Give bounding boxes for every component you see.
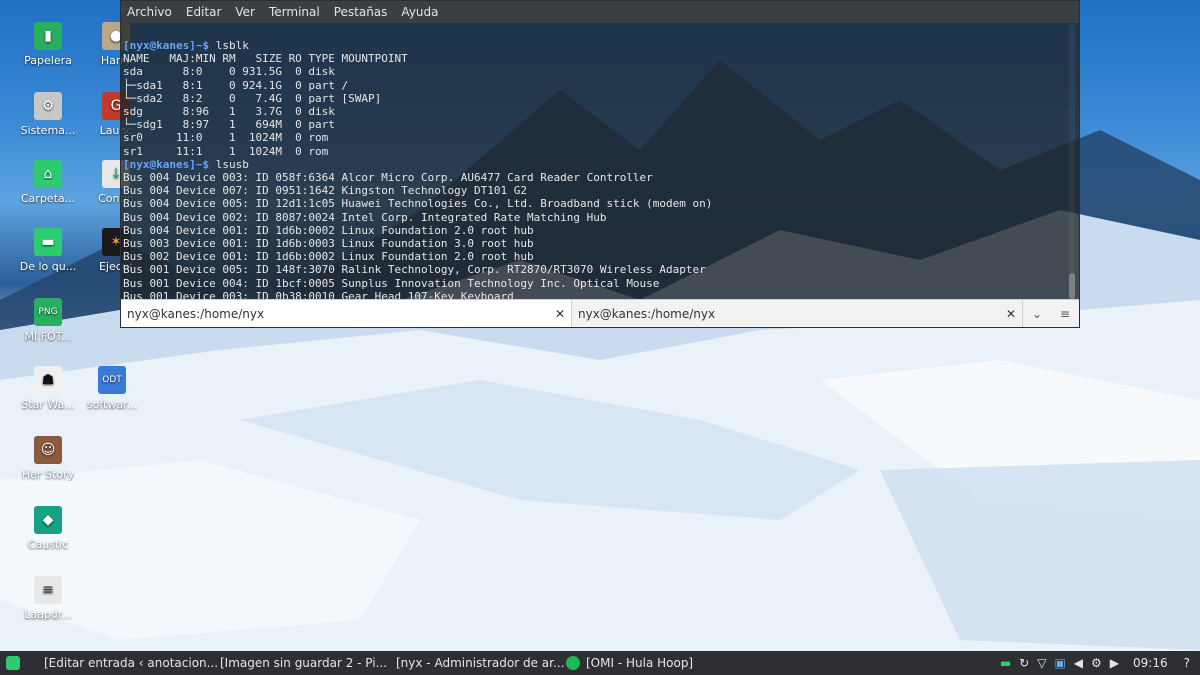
command-line: [nyx@kanes]~$ lsblk xyxy=(123,39,1069,52)
window-icon[interactable]: ▣ xyxy=(1054,656,1065,670)
help-icon[interactable]: ? xyxy=(1184,656,1190,670)
terminal-tab-2[interactable]: nyx@kanes:/home/nyx ✕ xyxy=(572,300,1023,327)
taskbar-item-browser[interactable]: [Editar entrada ‹ anotacion... xyxy=(32,651,218,675)
output-line: ├─sda1 8:1 0 924.1G 0 part / xyxy=(123,78,349,92)
desktop-icon-caustic[interactable]: ◆ Caustic xyxy=(16,506,80,551)
desktop-icon-home-folder[interactable]: ⌂ Carpeta... xyxy=(16,160,80,205)
output-line: Bus 002 Device 001: ID 1d6b:0002 Linux F… xyxy=(123,250,534,264)
terminal-tab-1[interactable]: nyx@kanes:/home/nyx ✕ xyxy=(121,300,572,327)
menu-ayuda[interactable]: Ayuda xyxy=(401,5,438,19)
terminal-menubar: Archivo Editar Ver Terminal Pestañas Ayu… xyxy=(121,1,1079,23)
desktop-icon-folder[interactable]: ▬ De lo qu... xyxy=(16,228,80,273)
command-line: [nyx@kanes]~$ lsusb xyxy=(123,158,1069,171)
wifi-icon[interactable]: ▽ xyxy=(1037,656,1046,670)
command-text: lsusb xyxy=(209,157,249,171)
game-icon: ☺ xyxy=(34,436,62,464)
taskbar-item-label: [OMI - Hula Hoop] xyxy=(586,656,694,670)
desktop-icon-odt[interactable]: ODT softwar... xyxy=(80,366,144,411)
command-text: lsblk xyxy=(209,39,249,52)
desktop-icon-star-wars[interactable]: ☗ Star Wa... xyxy=(16,366,80,411)
output-line: Bus 004 Device 005: ID 12d1:1c05 Huawei … xyxy=(123,197,713,211)
system-tray: ▬ ↻ ▽ ▣ ◀ ⚙ ▶ 09:16 ? xyxy=(996,651,1200,675)
taskbar-item-spotify[interactable]: [OMI - Hula Hoop] xyxy=(560,651,720,675)
terminal-tabbar: nyx@kanes:/home/nyx ✕ nyx@kanes:/home/ny… xyxy=(121,299,1079,327)
taskbar-item-label: [nyx - Administrador de ar... xyxy=(396,656,565,670)
output-line: sdg 8:96 1 3.7G 0 disk xyxy=(123,105,335,119)
output-line: └─sda2 8:2 0 7.4G 0 part [SWAP] xyxy=(123,91,382,105)
system-icon: ⚙ xyxy=(34,92,62,120)
scrollbar-thumb[interactable] xyxy=(1069,273,1075,299)
desktop-icon-trash[interactable]: ▮ Papelera xyxy=(16,22,80,67)
output-line: Bus 001 Device 005: ID 148f:3070 Ralink … xyxy=(123,263,706,277)
terminal-window[interactable]: Archivo Editar Ver Terminal Pestañas Ayu… xyxy=(120,0,1080,328)
taskbar-item-label: [Imagen sin guardar 2 - Pi... xyxy=(220,656,388,670)
desktop-icon-her-story[interactable]: ☺ Her Story xyxy=(16,436,80,481)
menu-pestanas[interactable]: Pestañas xyxy=(334,5,388,19)
hamburger-menu-icon[interactable]: ≡ xyxy=(1051,300,1079,327)
trash-icon: ▮ xyxy=(34,22,62,50)
clock[interactable]: 09:16 xyxy=(1133,656,1168,670)
desktop-icon-text-file[interactable]: ≡ Laapdr... xyxy=(16,576,80,621)
folder-icon: ▬ xyxy=(34,228,62,256)
taskbar-item-file-manager[interactable]: [nyx - Administrador de ar... xyxy=(384,651,564,675)
shell-prompt: [nyx@kanes]~$ xyxy=(123,39,210,52)
tab-title: nyx@kanes:/home/nyx xyxy=(127,306,265,321)
taskbar-item-label: [Editar entrada ‹ anotacion... xyxy=(44,656,219,670)
taskbar-item-image[interactable]: [Imagen sin guardar 2 - Pi... xyxy=(208,651,388,675)
spotify-icon xyxy=(566,656,580,670)
menu-editar[interactable]: Editar xyxy=(186,5,222,19)
output-line: sr0 11:0 1 1024M 0 rom xyxy=(123,131,329,145)
menu-terminal[interactable]: Terminal xyxy=(269,5,320,19)
output-line: Bus 001 Device 004: ID 1bcf:0005 Sunplus… xyxy=(123,276,660,290)
output-line: Bus 004 Device 003: ID 058f:6364 Alcor M… xyxy=(123,171,653,185)
desktop-icon-system[interactable]: ⚙ Sistema... xyxy=(16,92,80,137)
cube-icon: ◆ xyxy=(34,506,62,534)
refresh-icon[interactable]: ↻ xyxy=(1019,656,1029,670)
start-menu-button[interactable] xyxy=(0,651,32,675)
menu-ver[interactable]: Ver xyxy=(235,5,255,19)
volume-icon[interactable]: ◀ xyxy=(1074,656,1083,670)
terminal-scrollbar[interactable] xyxy=(1069,25,1075,301)
taskbar: [Editar entrada ‹ anotacion... [Imagen s… xyxy=(0,651,1200,675)
terminal-icon[interactable]: ▶ xyxy=(1110,656,1119,670)
output-line: sr1 11:1 1 1024M 0 rom xyxy=(123,144,329,158)
gear-icon[interactable]: ⚙ xyxy=(1091,656,1102,670)
shell-prompt: [nyx@kanes]~$ xyxy=(123,157,210,171)
close-icon[interactable]: ✕ xyxy=(555,307,565,321)
menu-archivo[interactable]: Archivo xyxy=(127,5,172,19)
text-file-icon: ≡ xyxy=(34,576,62,604)
menu-icon xyxy=(6,656,20,670)
battery-icon[interactable]: ▬ xyxy=(1000,656,1011,670)
output-line: Bus 004 Device 007: ID 0951:1642 Kingsto… xyxy=(123,184,527,198)
folder-home-icon: ⌂ xyxy=(34,160,62,188)
output-line: └─sdg1 8:97 1 694M 0 part xyxy=(123,118,335,132)
desktop-icon-png[interactable]: PNG MI FOT... xyxy=(16,298,80,343)
stormtrooper-icon: ☗ xyxy=(34,366,62,394)
tab-list-chevron-icon[interactable]: ⌄ xyxy=(1023,300,1051,327)
terminal-output[interactable]: [nyx@kanes]~$ lsblk NAME MAJ:MIN RM SIZE … xyxy=(121,23,1069,301)
output-line: Bus 004 Device 002: ID 8087:0024 Intel C… xyxy=(123,210,607,224)
output-line: Bus 004 Device 001: ID 1d6b:0002 Linux F… xyxy=(123,223,534,237)
close-icon[interactable]: ✕ xyxy=(1006,307,1016,321)
output-line: NAME MAJ:MIN RM SIZE RO TYPE MOUNTPOINT xyxy=(123,52,408,66)
png-file-icon: PNG xyxy=(34,298,62,326)
output-line: sda 8:0 0 931.5G 0 disk xyxy=(123,65,335,79)
tab-title: nyx@kanes:/home/nyx xyxy=(578,306,716,321)
output-line: Bus 003 Device 001: ID 1d6b:0003 Linux F… xyxy=(123,237,534,251)
odt-file-icon: ODT xyxy=(98,366,126,394)
